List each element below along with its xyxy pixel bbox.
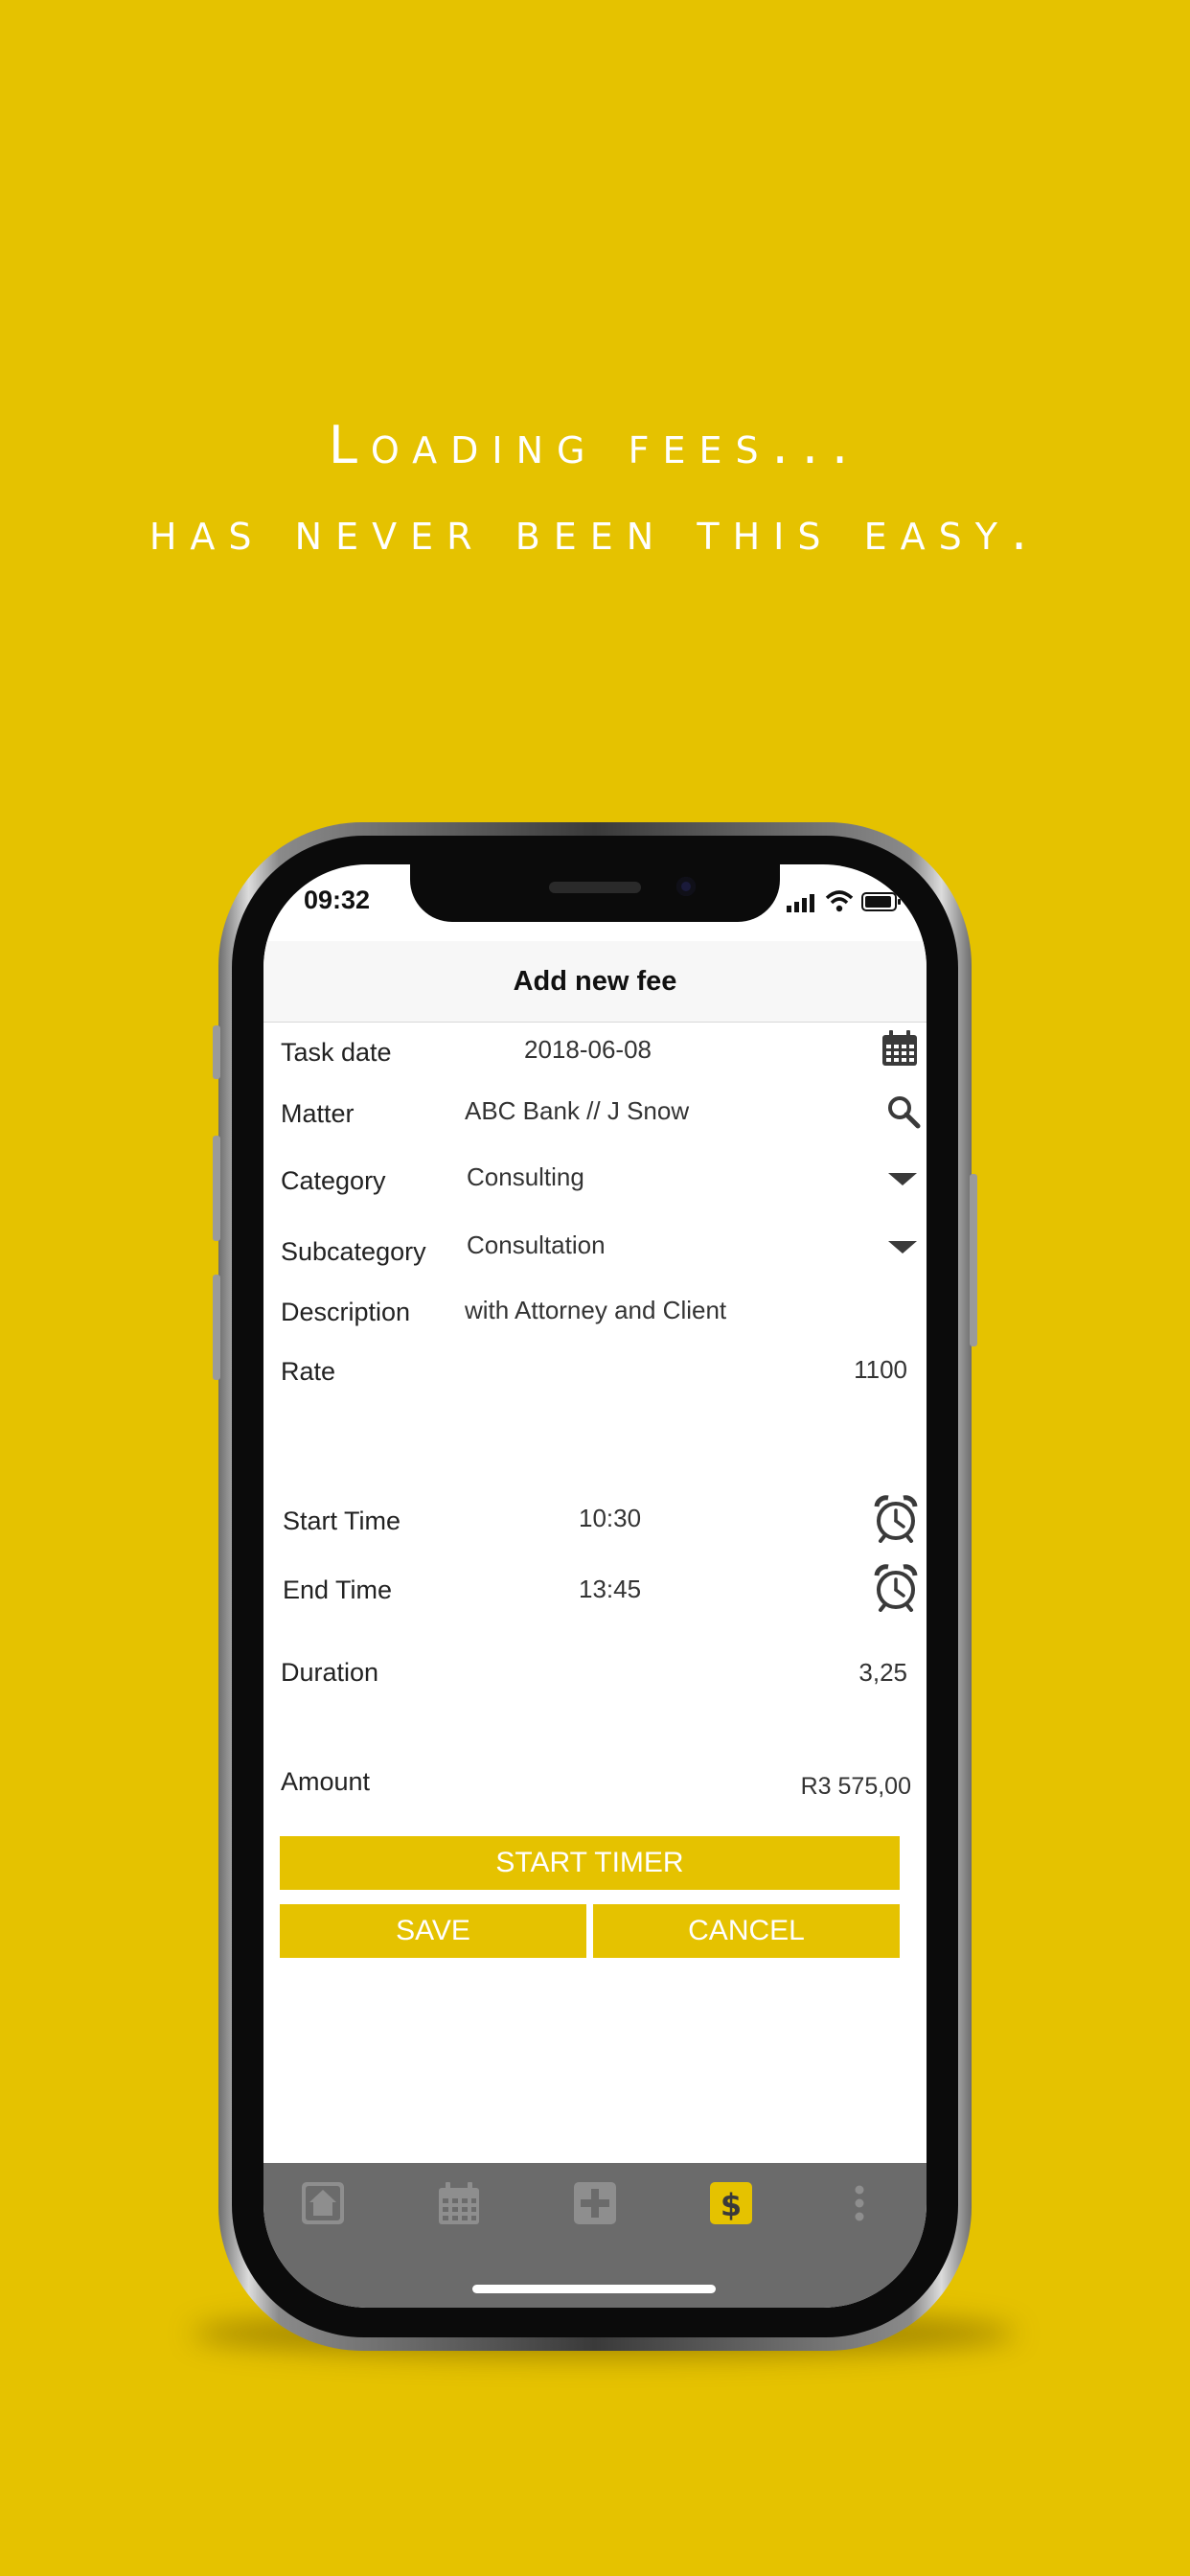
calendar-icon[interactable] <box>436 2180 482 2226</box>
page-title: Add new fee <box>513 966 677 997</box>
battery-icon <box>861 892 901 911</box>
task-date-label: Task date <box>281 1038 392 1067</box>
front-camera <box>676 877 696 896</box>
earpiece-speaker <box>549 882 641 893</box>
home-indicator[interactable] <box>472 2285 716 2293</box>
mute-switch <box>213 1025 220 1079</box>
rate-label: Rate <box>281 1357 336 1386</box>
dollar-icon[interactable]: $ <box>708 2180 754 2226</box>
duration-value[interactable]: 3,25 <box>858 1658 907 1688</box>
plus-icon[interactable] <box>572 2180 618 2226</box>
headline-line-2: has never been this easy. <box>149 501 1041 562</box>
volume-down-button <box>213 1275 220 1380</box>
cellular-signal-icon <box>787 894 814 912</box>
category-row[interactable]: Category Consulting <box>263 1152 927 1206</box>
amount-value[interactable]: R3 575,00 <box>801 1773 911 1801</box>
start-timer-button[interactable]: START TIMER <box>280 1836 900 1890</box>
home-icon[interactable] <box>300 2180 346 2226</box>
subcategory-value[interactable]: Consultation <box>467 1230 606 1260</box>
calendar-icon[interactable] <box>881 1029 919 1068</box>
navigation-bar: Add new fee <box>263 941 927 1023</box>
description-row[interactable]: Description with Attorney and Client <box>263 1286 927 1340</box>
description-value[interactable]: with Attorney and Client <box>465 1296 726 1325</box>
chevron-down-icon[interactable] <box>888 1239 917 1254</box>
search-icon[interactable] <box>886 1094 921 1129</box>
volume-up-button <box>213 1136 220 1241</box>
notch <box>410 864 780 922</box>
category-value[interactable]: Consulting <box>467 1162 584 1192</box>
subcategory-label: Subcategory <box>281 1237 426 1266</box>
duration-row[interactable]: Duration 3,25 <box>263 1646 927 1700</box>
cancel-button[interactable]: CANCEL <box>593 1904 900 1958</box>
save-button[interactable]: SAVE <box>280 1904 586 1958</box>
amount-label: Amount <box>281 1767 371 1796</box>
subcategory-row[interactable]: Subcategory Consultation <box>263 1221 927 1275</box>
matter-row[interactable]: Matter ABC Bank // J Snow <box>263 1083 927 1137</box>
start-time-value[interactable]: 10:30 <box>579 1504 641 1533</box>
svg-text:$: $ <box>721 2187 742 2223</box>
more-vertical-icon[interactable] <box>836 2180 882 2226</box>
power-button <box>970 1174 977 1346</box>
end-time-row[interactable]: End Time 13:45 <box>263 1564 927 1618</box>
task-date-value[interactable]: 2018-06-08 <box>524 1035 652 1065</box>
alarm-clock-icon[interactable] <box>873 1564 919 1612</box>
app-screen: 09:32 Add new fee Task date 2018-06-08 M… <box>263 864 927 2308</box>
task-date-row[interactable]: Task date 2018-06-08 <box>263 1022 927 1075</box>
chevron-down-icon[interactable] <box>888 1171 917 1186</box>
rate-value[interactable]: 1100 <box>854 1355 907 1385</box>
end-time-value[interactable]: 13:45 <box>579 1575 641 1604</box>
marketing-headline: Loading fees... has never been this easy… <box>0 402 1190 575</box>
amount-row[interactable]: Amount R3 575,00 <box>263 1756 927 1809</box>
alarm-clock-icon[interactable] <box>873 1495 919 1543</box>
matter-value[interactable]: ABC Bank // J Snow <box>465 1096 689 1126</box>
matter-label: Matter <box>281 1099 355 1128</box>
start-time-label: Start Time <box>283 1506 401 1535</box>
duration-label: Duration <box>281 1658 379 1687</box>
headline-line-1: Loading fees... <box>328 415 862 475</box>
rate-row[interactable]: Rate 1100 <box>263 1347 927 1401</box>
category-label: Category <box>281 1166 386 1195</box>
description-label: Description <box>281 1298 411 1326</box>
start-time-row[interactable]: Start Time 10:30 <box>263 1495 927 1551</box>
end-time-label: End Time <box>283 1576 393 1604</box>
status-time: 09:32 <box>304 886 371 914</box>
wifi-icon <box>825 890 854 912</box>
